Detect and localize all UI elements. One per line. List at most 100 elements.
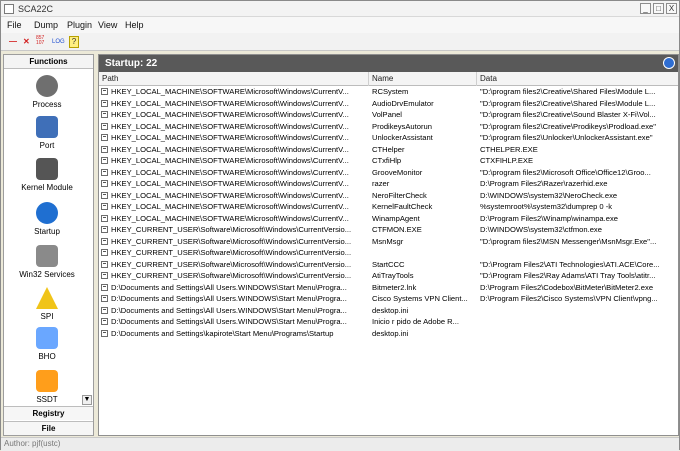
title-bar: SCA22C _ □ X xyxy=(1,1,679,17)
table-row[interactable]: D:\Documents and Settings\All Users.WIND… xyxy=(99,305,678,317)
refresh-icon[interactable] xyxy=(663,57,675,69)
table-row[interactable]: HKEY_LOCAL_MACHINE\SOFTWARE\Microsoft\Wi… xyxy=(99,132,678,144)
table-row[interactable]: HKEY_CURRENT_USER\Software\Microsoft\Win… xyxy=(99,247,678,259)
name-cell: CTHelper xyxy=(372,144,405,154)
registry-button[interactable]: Registry xyxy=(4,406,93,420)
path-cell: HKEY_LOCAL_MACHINE\SOFTWARE\Microsoft\Wi… xyxy=(111,87,349,96)
table-row[interactable]: HKEY_LOCAL_MACHINE\SOFTWARE\Microsoft\Wi… xyxy=(99,86,678,98)
registry-icon xyxy=(101,111,108,118)
registry-icon xyxy=(101,180,108,187)
path-cell: HKEY_LOCAL_MACHINE\SOFTWARE\Microsoft\Wi… xyxy=(111,156,349,165)
gear-icon xyxy=(36,75,58,97)
path-cell: D:\Documents and Settings\kapirote\Start… xyxy=(111,328,334,338)
function-startup[interactable]: Startup xyxy=(4,202,90,236)
hex-icon[interactable]: 857 107 xyxy=(36,36,44,48)
data-cell: "D:\program files2\Creative\Shared Files… xyxy=(480,87,656,96)
path-cell: HKEY_CURRENT_USER\Software\Microsoft\Win… xyxy=(111,236,352,246)
function-ssdt[interactable]: SSDT xyxy=(4,370,90,404)
name-cell: Cisco Systems VPN Client... xyxy=(372,294,468,303)
function-label: Port xyxy=(39,141,55,150)
functions-list: Process Port Kernel Module Startup Win32… xyxy=(4,69,93,406)
app-window: SCA22C _ □ X File Dump Plugin View Help … xyxy=(0,0,680,451)
table-row[interactable]: HKEY_LOCAL_MACHINE\SOFTWARE\Microsoft\Wi… xyxy=(99,109,678,121)
function-label: BHO xyxy=(38,352,56,361)
function-bho[interactable]: BHO xyxy=(4,327,90,361)
table-row[interactable]: HKEY_LOCAL_MACHINE\SOFTWARE\Microsoft\Wi… xyxy=(99,167,678,179)
maximize-button[interactable]: □ xyxy=(653,3,664,14)
path-cell: D:\Documents and Settings\All Users.WIND… xyxy=(111,305,347,315)
name-cell: GrooveMonitor xyxy=(372,167,423,177)
port-icon xyxy=(36,116,58,138)
table-row[interactable]: HKEY_LOCAL_MACHINE\SOFTWARE\Microsoft\Wi… xyxy=(99,144,678,156)
menu-file[interactable]: File xyxy=(7,20,22,30)
table-row[interactable]: HKEY_LOCAL_MACHINE\SOFTWARE\Microsoft\Wi… xyxy=(99,155,678,167)
path-cell: HKEY_LOCAL_MACHINE\SOFTWARE\Microsoft\Wi… xyxy=(111,98,349,108)
name-cell: MsnMsgr xyxy=(372,236,404,246)
name-column[interactable]: Name xyxy=(369,72,477,86)
table-row[interactable]: D:\Documents and Settings\All Users.WIND… xyxy=(99,282,678,294)
functions-header: Functions xyxy=(4,55,93,69)
data-cell: "D:\Program Files2\ATI Technologies\ATI.… xyxy=(480,259,660,269)
data-column[interactable]: Data xyxy=(477,72,678,86)
menu-bar: File Dump Plugin View Help xyxy=(1,17,679,33)
table-row[interactable]: HKEY_CURRENT_USER\Software\Microsoft\Win… xyxy=(99,259,678,271)
minus-icon[interactable]: — xyxy=(9,36,17,48)
table-row[interactable]: D:\Documents and Settings\All Users.WIND… xyxy=(99,293,678,305)
table-row[interactable]: D:\Documents and Settings\kapirote\Start… xyxy=(99,328,678,340)
table-body: HKEY_LOCAL_MACHINE\SOFTWARE\Microsoft\Wi… xyxy=(99,86,678,435)
table-row[interactable]: D:\Documents and Settings\All Users.WIND… xyxy=(99,316,678,328)
startup-count: Startup: 22 xyxy=(105,58,158,69)
table-header: Path Name Data xyxy=(99,72,678,86)
path-cell: HKEY_CURRENT_USER\Software\Microsoft\Win… xyxy=(111,225,352,234)
function-spi[interactable]: SPI xyxy=(4,287,90,321)
function-kernel-module[interactable]: Kernel Module xyxy=(4,158,90,192)
table-row[interactable]: HKEY_CURRENT_USER\Software\Microsoft\Win… xyxy=(99,236,678,248)
menu-help[interactable]: Help xyxy=(125,20,144,30)
registry-icon xyxy=(101,168,108,176)
path-cell: HKEY_CURRENT_USER\Software\Microsoft\Win… xyxy=(111,259,352,269)
table-row[interactable]: HKEY_LOCAL_MACHINE\SOFTWARE\Microsoft\Wi… xyxy=(99,213,678,225)
registry-icon xyxy=(101,226,108,233)
log-icon[interactable]: LOG xyxy=(52,36,65,48)
bho-icon xyxy=(36,327,58,349)
functions-panel: Functions Process Port Kernel Module Sta… xyxy=(3,54,94,436)
table-row[interactable]: HKEY_LOCAL_MACHINE\SOFTWARE\Microsoft\Wi… xyxy=(99,190,678,202)
path-cell: D:\Documents and Settings\All Users.WIND… xyxy=(111,282,347,292)
name-cell: KernelFaultCheck xyxy=(372,202,433,211)
table-row[interactable]: HKEY_CURRENT_USER\Software\Microsoft\Win… xyxy=(99,224,678,236)
table-row[interactable]: HKEY_LOCAL_MACHINE\SOFTWARE\Microsoft\Wi… xyxy=(99,121,678,133)
name-cell: WinampAgent xyxy=(372,213,420,223)
scroll-down-arrow[interactable]: ▼ xyxy=(82,395,92,405)
data-cell: D:\WINDOWS\system32\ctfmon.exe xyxy=(480,225,602,234)
table-row[interactable]: HKEY_LOCAL_MACHINE\SOFTWARE\Microsoft\Wi… xyxy=(99,178,678,190)
data-cell: %systemroot%\system32\dumprep 0 -k xyxy=(480,202,613,211)
registry-icon xyxy=(101,88,108,95)
name-cell: CTFMON.EXE xyxy=(372,225,422,234)
path-cell: D:\Documents and Settings\All Users.WIND… xyxy=(111,317,347,326)
path-cell: HKEY_LOCAL_MACHINE\SOFTWARE\Microsoft\Wi… xyxy=(111,167,349,177)
minimize-button[interactable]: _ xyxy=(640,3,651,14)
function-label: Win32 Services xyxy=(19,270,75,279)
file-icon xyxy=(101,329,108,337)
name-cell: razer xyxy=(372,179,390,188)
table-row[interactable]: HKEY_LOCAL_MACHINE\SOFTWARE\Microsoft\Wi… xyxy=(99,201,678,213)
menu-plugin[interactable]: Plugin xyxy=(67,20,92,30)
registry-icon xyxy=(101,134,108,141)
function-port[interactable]: Port xyxy=(4,116,90,150)
menu-view[interactable]: View xyxy=(98,20,117,30)
menu-dump[interactable]: Dump xyxy=(34,20,58,30)
function-win32-services[interactable]: Win32 Services xyxy=(4,245,90,279)
name-cell: ProdikeysAutorun xyxy=(372,121,432,131)
help-icon[interactable]: ? xyxy=(69,36,79,48)
startup-icon xyxy=(36,202,58,224)
delete-icon[interactable]: ✕ xyxy=(23,36,30,48)
registry-icon xyxy=(101,99,108,107)
close-button[interactable]: X xyxy=(666,3,677,14)
function-process[interactable]: Process xyxy=(4,75,90,109)
name-cell: CTxfiHlp xyxy=(372,156,402,165)
table-row[interactable]: HKEY_CURRENT_USER\Software\Microsoft\Win… xyxy=(99,270,678,282)
path-column[interactable]: Path xyxy=(99,72,369,86)
file-button[interactable]: File xyxy=(4,421,93,435)
table-row[interactable]: HKEY_LOCAL_MACHINE\SOFTWARE\Microsoft\Wi… xyxy=(99,98,678,110)
name-cell: AtiTrayTools xyxy=(372,271,414,280)
